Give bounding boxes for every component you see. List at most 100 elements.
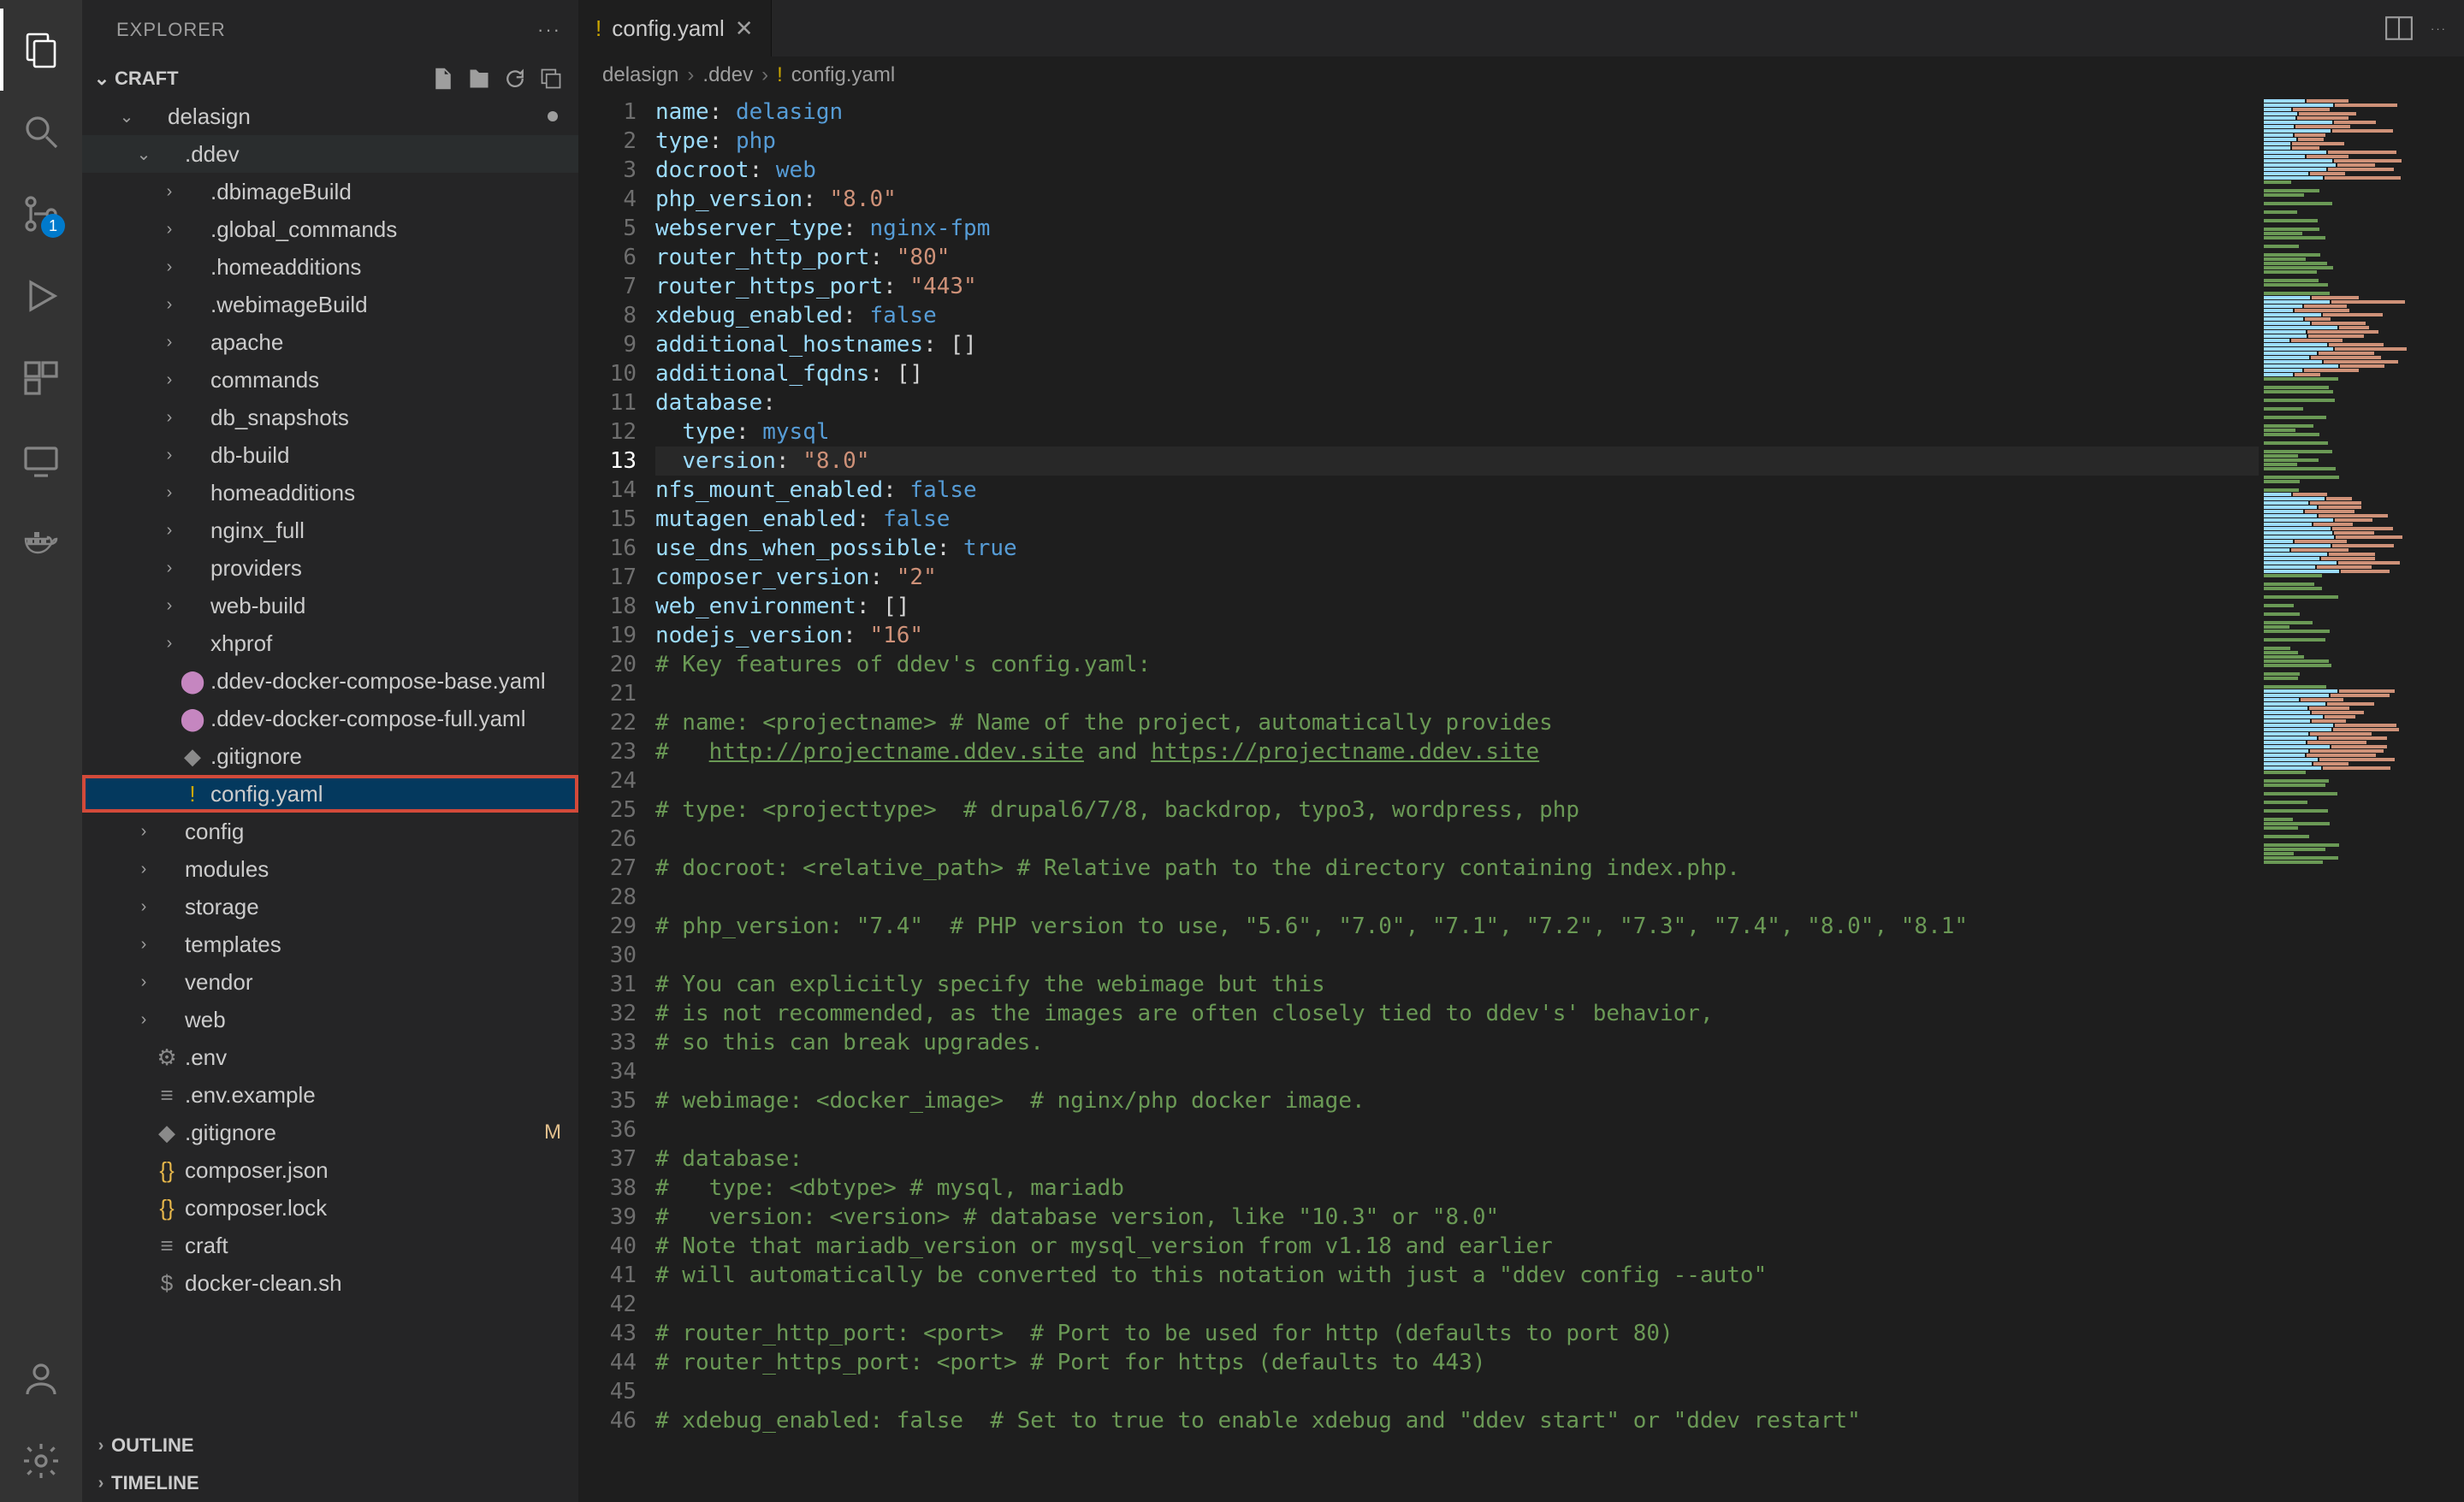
collapse-all-icon[interactable]	[539, 67, 563, 91]
tree-folder[interactable]: ›apache	[82, 323, 578, 361]
tree-file[interactable]: {}composer.lock	[82, 1189, 578, 1227]
tree-file[interactable]: {}composer.json	[82, 1151, 578, 1189]
extensions-icon[interactable]	[0, 337, 82, 419]
tree-folder[interactable]: ›web-build	[82, 587, 578, 624]
yaml-warn-icon: !	[595, 15, 601, 42]
dirty-dot-icon	[548, 111, 558, 121]
outline-section[interactable]: › OUTLINE	[82, 1427, 578, 1464]
timeline-label: TIMELINE	[111, 1472, 199, 1494]
tree-label: craft	[185, 1233, 228, 1259]
tab-label: config.yaml	[612, 15, 725, 42]
tree-label: homeadditions	[210, 480, 355, 506]
breadcrumb-segment[interactable]: .ddev	[702, 63, 753, 87]
chevron-right-icon: ›	[91, 1436, 111, 1456]
tree-label: docker-clean.sh	[185, 1270, 342, 1297]
tree-file[interactable]: ⬤.ddev-docker-compose-base.yaml	[82, 662, 578, 700]
remote-icon[interactable]	[0, 419, 82, 501]
timeline-section[interactable]: › TIMELINE	[82, 1464, 578, 1502]
search-icon[interactable]	[0, 91, 82, 173]
run-debug-icon[interactable]	[0, 255, 82, 337]
breadcrumb-segment[interactable]: delasign	[602, 63, 678, 87]
tree-label: .ddev-docker-compose-full.yaml	[210, 706, 525, 732]
source-control-icon[interactable]: 1	[0, 173, 82, 255]
workspace-section[interactable]: ⌄ CRAFT	[82, 60, 578, 98]
tree-label: .homeadditions	[210, 254, 361, 281]
code-area[interactable]: name: delasigntype: phpdocroot: webphp_v…	[655, 94, 2259, 1502]
breadcrumb[interactable]: delasign›.ddev›! config.yaml	[578, 56, 2464, 94]
tree-folder[interactable]: ›.dbimageBuild	[82, 173, 578, 210]
docker-icon[interactable]	[0, 501, 82, 583]
outline-label: OUTLINE	[111, 1434, 194, 1457]
refresh-icon[interactable]	[503, 67, 527, 91]
settings-gear-icon[interactable]	[0, 1420, 82, 1502]
chevron-right-icon: ›	[91, 1474, 111, 1493]
explorer-title: EXPLORER	[116, 19, 226, 41]
tree-label: commands	[210, 367, 319, 393]
tree-folder[interactable]: ⌄delasign	[82, 98, 578, 135]
accounts-icon[interactable]	[0, 1338, 82, 1420]
tree-label: .ddev-docker-compose-base.yaml	[210, 668, 546, 695]
tree-label: nginx_full	[210, 517, 305, 544]
modified-badge: M	[544, 1121, 561, 1144]
chevron-down-icon: ⌄	[89, 68, 115, 90]
tree-folder[interactable]: ›.global_commands	[82, 210, 578, 248]
tree-label: xhprof	[210, 630, 272, 657]
editor-group: ! config.yaml ✕ ··· delasign›.ddev›! con…	[578, 0, 2464, 1502]
tree-file[interactable]: ⚙.env	[82, 1038, 578, 1076]
breadcrumb-segment[interactable]: config.yaml	[791, 63, 895, 87]
tree-folder[interactable]: ›.homeadditions	[82, 248, 578, 286]
tree-label: .dbimageBuild	[210, 179, 352, 205]
tree-folder[interactable]: ›web	[82, 1001, 578, 1038]
tree-file[interactable]: ≡.env.example	[82, 1076, 578, 1114]
yaml-warn-icon: !	[777, 63, 783, 87]
line-gutter: 1234567891011121314151617181920212223242…	[578, 94, 655, 1502]
explorer-icon[interactable]	[0, 9, 82, 91]
more-actions-icon[interactable]: ···	[2431, 22, 2447, 35]
tree-file[interactable]: ◆.gitignoreM	[82, 1114, 578, 1151]
tree-label: composer.lock	[185, 1195, 327, 1221]
tree-folder[interactable]: ›db_snapshots	[82, 399, 578, 436]
tree-label: config.yaml	[210, 781, 323, 807]
tree-label: .env.example	[185, 1082, 316, 1109]
tree-label: config	[185, 819, 244, 845]
tree-folder[interactable]: ›modules	[82, 850, 578, 888]
tree-label: composer.json	[185, 1157, 329, 1184]
tree-folder[interactable]: ›templates	[82, 925, 578, 963]
chevron-right-icon: ›	[687, 63, 694, 87]
new-file-icon[interactable]	[431, 67, 455, 91]
tree-folder[interactable]: ›providers	[82, 549, 578, 587]
tree-label: delasign	[168, 103, 251, 130]
tree-file[interactable]: ⬤.ddev-docker-compose-full.yaml	[82, 700, 578, 737]
tree-folder[interactable]: ›xhprof	[82, 624, 578, 662]
tree-label: templates	[185, 931, 281, 958]
tree-folder[interactable]: ⌄.ddev	[82, 135, 578, 173]
tree-label: .gitignore	[210, 743, 302, 770]
scm-badge: 1	[41, 214, 65, 238]
tree-file[interactable]: ◆.gitignore	[82, 737, 578, 775]
tree-folder[interactable]: ›nginx_full	[82, 512, 578, 549]
tree-label: vendor	[185, 969, 253, 996]
tree-label: .env	[185, 1044, 227, 1071]
tab-config-yaml[interactable]: ! config.yaml ✕	[578, 0, 772, 56]
tree-folder[interactable]: ›vendor	[82, 963, 578, 1001]
new-folder-icon[interactable]	[467, 67, 491, 91]
tree-file[interactable]: $docker-clean.sh	[82, 1264, 578, 1302]
tree-label: db_snapshots	[210, 405, 349, 431]
tree-folder[interactable]: ›storage	[82, 888, 578, 925]
tree-label: .global_commands	[210, 216, 397, 243]
sidebar: EXPLORER ··· ⌄ CRAFT ⌄delasign⌄.ddev›.db…	[82, 0, 578, 1502]
tab-bar: ! config.yaml ✕ ···	[578, 0, 2464, 56]
tree-label: modules	[185, 856, 269, 883]
file-tree: ⌄delasign⌄.ddev›.dbimageBuild›.global_co…	[82, 98, 578, 1427]
tree-folder[interactable]: ›commands	[82, 361, 578, 399]
more-icon[interactable]: ···	[537, 19, 561, 41]
tree-folder[interactable]: ›homeadditions	[82, 474, 578, 512]
split-editor-icon[interactable]	[2384, 14, 2414, 43]
tree-file[interactable]: ≡craft	[82, 1227, 578, 1264]
tree-file[interactable]: !config.yaml	[82, 775, 578, 813]
tree-folder[interactable]: ›.webimageBuild	[82, 286, 578, 323]
close-icon[interactable]: ✕	[735, 15, 754, 42]
tree-folder[interactable]: ›config	[82, 813, 578, 850]
minimap[interactable]	[2259, 94, 2464, 1502]
tree-folder[interactable]: ›db-build	[82, 436, 578, 474]
